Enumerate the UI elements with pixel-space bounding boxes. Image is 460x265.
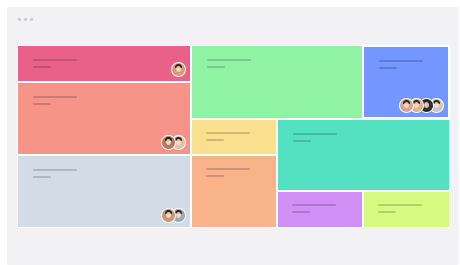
- window-dots-icon[interactable]: [18, 18, 33, 21]
- avatar-face: [176, 66, 181, 72]
- card-salmon[interactable]: [17, 82, 191, 155]
- treemap-board: [17, 45, 450, 228]
- avatar-face: [166, 139, 171, 145]
- card-gray-blue[interactable]: [17, 155, 191, 228]
- card-title-placeholder: [378, 204, 422, 206]
- card-teal[interactable]: [277, 119, 450, 191]
- card-subtitle-placeholder: [206, 139, 224, 141]
- card-title-placeholder: [33, 96, 77, 98]
- card-pink[interactable]: [17, 45, 191, 82]
- card-title-placeholder: [33, 59, 77, 61]
- avatar[interactable]: [171, 62, 186, 77]
- avatar-stack: [161, 135, 186, 150]
- dot: [30, 18, 33, 21]
- card-subtitle-placeholder: [33, 176, 51, 178]
- card-purple[interactable]: [277, 191, 363, 228]
- card-title-placeholder: [206, 132, 250, 134]
- card-peach[interactable]: [191, 155, 277, 228]
- avatar-face: [414, 102, 419, 108]
- card-subtitle-placeholder: [33, 103, 51, 105]
- card-title-placeholder: [33, 169, 77, 171]
- card-title-placeholder: [207, 59, 251, 61]
- card-lime[interactable]: [363, 191, 450, 228]
- card-title-placeholder: [206, 168, 250, 170]
- card-title-placeholder: [293, 133, 337, 135]
- avatar-face: [434, 102, 439, 108]
- avatar-face: [404, 102, 409, 108]
- card-blue-selected[interactable]: [362, 45, 450, 119]
- dot: [24, 18, 27, 21]
- card-subtitle-placeholder: [378, 211, 396, 213]
- avatar-face: [424, 102, 429, 108]
- card-subtitle-placeholder: [292, 211, 310, 213]
- card-subtitle-placeholder: [379, 67, 397, 69]
- dot: [18, 18, 21, 21]
- avatar[interactable]: [399, 98, 414, 113]
- avatar-face: [176, 139, 181, 145]
- card-yellow[interactable]: [191, 119, 277, 155]
- avatar-stack: [171, 62, 186, 77]
- avatar-stack: [161, 208, 186, 223]
- card-subtitle-placeholder: [207, 66, 225, 68]
- card-light-green[interactable]: [191, 45, 363, 119]
- card-title-placeholder: [292, 204, 336, 206]
- avatar-stack: [399, 98, 444, 113]
- card-subtitle-placeholder: [293, 140, 311, 142]
- avatar[interactable]: [161, 208, 176, 223]
- avatar-face: [166, 212, 171, 218]
- avatar-face: [176, 212, 181, 218]
- card-subtitle-placeholder: [33, 66, 51, 68]
- card-subtitle-placeholder: [206, 175, 224, 177]
- avatar[interactable]: [161, 135, 176, 150]
- card-title-placeholder: [379, 60, 423, 62]
